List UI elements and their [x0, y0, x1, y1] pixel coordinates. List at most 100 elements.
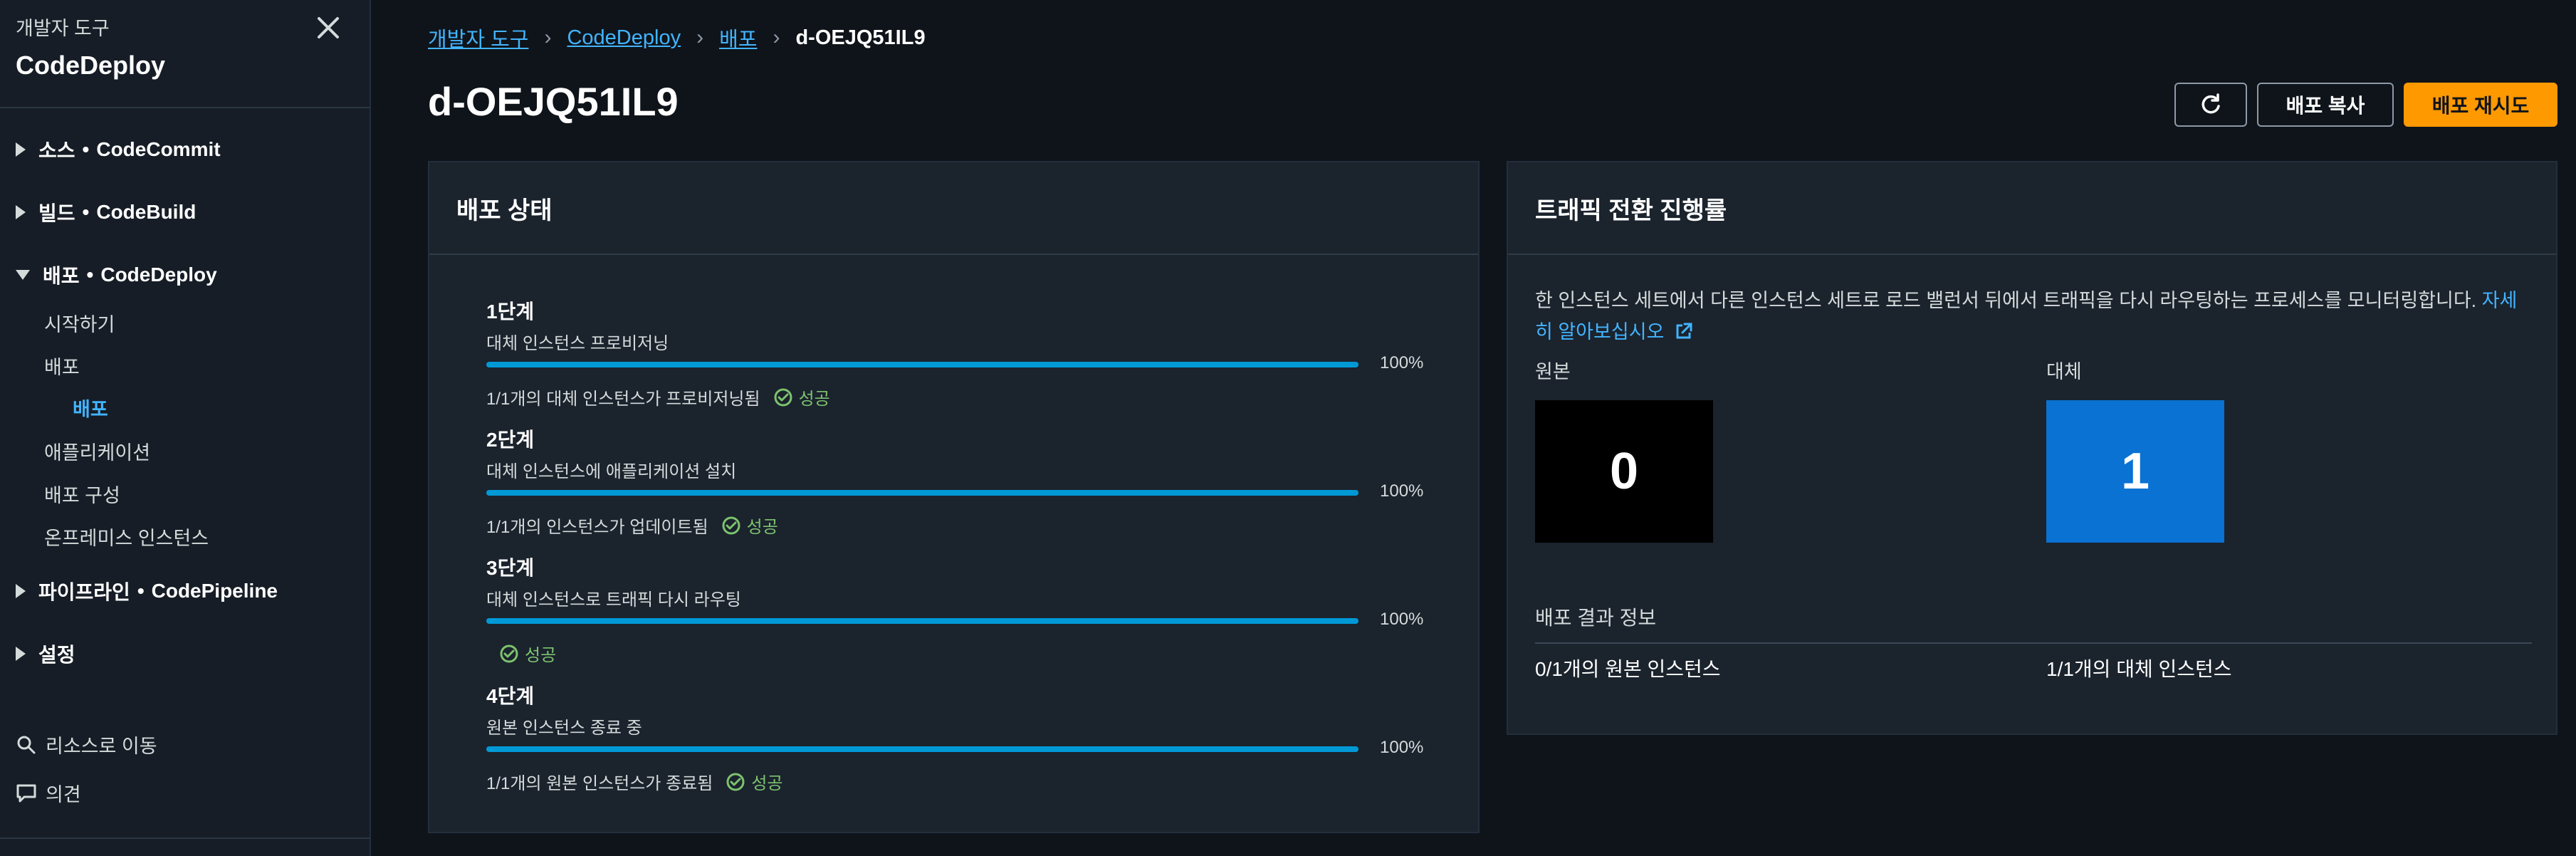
- step-status: 1/1개의 대체 인스턴스가 프로비저닝됨 성공: [486, 385, 830, 409]
- section-label: 빌드: [38, 202, 75, 224]
- success-indicator: 성공: [726, 769, 783, 794]
- sidebar-header: 개발자 도구 CodeDeploy: [16, 13, 165, 80]
- success-indicator: 성공: [721, 513, 778, 538]
- caret-right-icon: [16, 584, 26, 598]
- sidebar-title[interactable]: CodeDeploy: [16, 51, 165, 80]
- progress-fill: [486, 362, 1358, 367]
- sidebar-item-onprem-instances[interactable]: 온프레미스 인스턴스: [44, 523, 209, 550]
- progress-percent: 100%: [1380, 353, 1424, 372]
- step-name: 3단계: [486, 557, 535, 579]
- progress-bar: [486, 362, 1358, 367]
- caret-right-icon: [16, 142, 26, 157]
- progress-bar: [486, 618, 1358, 624]
- retry-deployment-button[interactable]: 배포 재시도: [2404, 83, 2557, 127]
- step-status-text: 1/1개의 대체 인스턴스가 프로비저닝됨: [486, 390, 760, 409]
- progress-fill: [486, 490, 1358, 496]
- caret-right-icon: [16, 647, 26, 661]
- step-3: 3단계 대체 인스턴스로 트래픽 다시 라우팅 100% 성공: [486, 553, 1426, 665]
- step-status-text: 1/1개의 원본 인스턴스가 종료됨: [486, 774, 713, 793]
- bullet: •: [82, 201, 90, 223]
- caret-down-icon: [16, 270, 30, 280]
- card-title: 트래픽 전환 진행률: [1535, 197, 1727, 224]
- bullet: •: [82, 138, 90, 160]
- section-service: CodeCommit: [96, 138, 221, 160]
- step-2: 2단계 대체 인스턴스에 애플리케이션 설치 100% 1/1개의 인스턴스가 …: [486, 424, 1426, 537]
- refresh-icon: [2201, 93, 2220, 114]
- section-label: 설정: [38, 644, 75, 666]
- sidebar-section-settings[interactable]: 설정: [16, 640, 75, 668]
- section-label: 소스: [38, 140, 75, 162]
- traffic-description: 한 인스턴스 세트에서 다른 인스턴스 세트로 로드 밸런서 뒤에서 트래픽을 …: [1535, 285, 2532, 348]
- result-divider: [1535, 642, 2532, 644]
- search-icon: [17, 736, 36, 753]
- step-status-text: 1/1개의 인스턴스가 업데이트됨: [486, 518, 708, 537]
- page-title: d-OEJQ51IL9: [428, 79, 679, 124]
- progress-percent: 100%: [1380, 610, 1424, 629]
- card-title: 배포 상태: [456, 197, 553, 224]
- chat-icon: [16, 784, 36, 802]
- caret-right-icon: [16, 205, 26, 219]
- breadcrumb-developer-tools[interactable]: 개발자 도구: [428, 23, 528, 53]
- progress-bar: [486, 490, 1358, 496]
- sidebar: 개발자 도구 CodeDeploy 소스 • CodeCommit 빌드 • C…: [0, 0, 371, 856]
- original-label: 원본: [1535, 361, 1571, 382]
- step-description: 대체 인스턴스에 애플리케이션 설치: [486, 462, 737, 481]
- success-indicator: 성공: [773, 385, 830, 409]
- progress-fill: [486, 746, 1358, 752]
- go-to-resource-link[interactable]: 리소스로 이동: [16, 731, 157, 758]
- check-circle-icon: [726, 773, 745, 790]
- sidebar-item-applications[interactable]: 애플리케이션: [44, 437, 150, 465]
- sidebar-section-pipeline[interactable]: 파이프라인 • CodePipeline: [16, 577, 278, 605]
- breadcrumb-deployments[interactable]: 배포: [719, 23, 757, 53]
- external-link-icon: [1676, 323, 1692, 339]
- replacement-label: 대체: [2046, 361, 2082, 382]
- sidebar-section-deploy[interactable]: 배포 • CodeDeploy: [16, 261, 217, 289]
- copy-deployment-button[interactable]: 배포 복사: [2257, 83, 2394, 127]
- original-count-box: 0: [1535, 400, 1713, 543]
- success-label: 성공: [751, 774, 783, 793]
- sidebar-item-deployment-active[interactable]: 배포: [73, 394, 108, 422]
- step-status: 1/1개의 인스턴스가 업데이트됨 성공: [486, 513, 778, 538]
- bullet: •: [86, 263, 94, 286]
- section-label: 배포: [43, 265, 80, 287]
- original-result: 0/1개의 원본 인스턴스: [1535, 658, 1721, 680]
- sidebar-item-getting-started[interactable]: 시작하기: [44, 309, 115, 337]
- step-4: 4단계 원본 인스턴스 종료 중 100% 1/1개의 원본 인스턴스가 종료됨…: [486, 681, 1426, 793]
- step-description: 대체 인스턴스 프로비저닝: [486, 334, 669, 353]
- section-service: CodePipeline: [151, 580, 278, 602]
- feedback-link[interactable]: 의견: [16, 779, 81, 807]
- sidebar-item-deployments[interactable]: 배포: [44, 352, 80, 380]
- sidebar-section-build[interactable]: 빌드 • CodeBuild: [16, 198, 196, 226]
- sidebar-parent-link[interactable]: 개발자 도구: [16, 13, 165, 41]
- success-indicator: 성공: [499, 641, 556, 666]
- check-circle-icon: [774, 388, 792, 406]
- breadcrumb-codedeploy[interactable]: CodeDeploy: [567, 26, 681, 50]
- step-name: 4단계: [486, 685, 535, 707]
- step-1: 1단계 대체 인스턴스 프로비저닝 100% 1/1개의 대체 인스턴스가 프로…: [486, 296, 1426, 409]
- chevron-right-icon: ›: [544, 26, 552, 49]
- success-label: 성공: [798, 390, 830, 409]
- result-title: 배포 결과 정보: [1535, 607, 1657, 629]
- sidebar-section-source[interactable]: 소스 • CodeCommit: [16, 135, 221, 164]
- step-status: 1/1개의 원본 인스턴스가 종료됨 성공: [486, 769, 783, 794]
- progress-bar: [486, 746, 1358, 752]
- traffic-description-text: 한 인스턴스 세트에서 다른 인스턴스 세트로 로드 밸런서 뒤에서 트래픽을 …: [1535, 290, 2477, 311]
- bullet: •: [137, 580, 145, 602]
- chevron-right-icon: ›: [773, 26, 780, 49]
- card-divider: [1508, 254, 2556, 255]
- progress-fill: [486, 618, 1358, 624]
- chevron-right-icon: ›: [696, 26, 704, 49]
- step-status: 성공: [486, 641, 556, 666]
- close-icon[interactable]: [313, 13, 343, 43]
- sidebar-divider: [0, 107, 371, 108]
- card-divider: [429, 254, 1478, 255]
- feedback-label: 의견: [46, 784, 81, 805]
- sidebar-item-deployment-configs[interactable]: 배포 구성: [44, 480, 120, 508]
- step-description: 원본 인스턴스 종료 중: [486, 719, 642, 738]
- breadcrumb: 개발자 도구 › CodeDeploy › 배포 › d-OEJQ51IL9: [428, 23, 926, 53]
- breadcrumb-current: d-OEJQ51IL9: [795, 26, 926, 49]
- check-circle-icon: [500, 644, 518, 662]
- deployment-status-card: 배포 상태 1단계 대체 인스턴스 프로비저닝 100% 1/1개의 대체 인스…: [428, 161, 1480, 833]
- refresh-button[interactable]: [2174, 83, 2247, 127]
- traffic-shifting-card: 트래픽 전환 진행률 한 인스턴스 세트에서 다른 인스턴스 세트로 로드 밸런…: [1507, 161, 2557, 735]
